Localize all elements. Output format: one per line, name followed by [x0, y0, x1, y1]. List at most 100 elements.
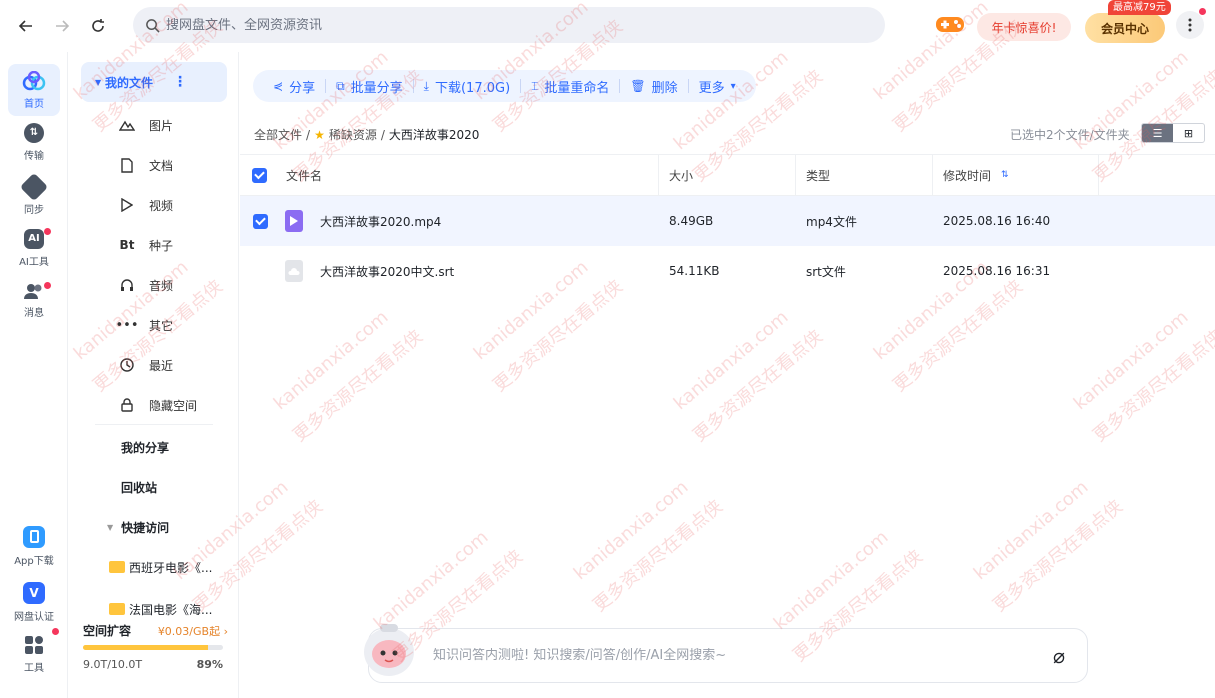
rail-item-home[interactable]: 首页	[8, 64, 60, 116]
gamepad-icon	[936, 17, 964, 32]
annual-card-promo-button[interactable]: 年卡惊喜价!	[977, 13, 1071, 41]
header-name[interactable]: 文件名	[286, 155, 322, 195]
trash-icon: 🗑	[630, 79, 646, 93]
ai-assistant-bar: ⌀	[368, 628, 1088, 683]
file-modified: 2025.08.16 16:40	[943, 214, 1051, 228]
header-type[interactable]: 类型	[806, 155, 830, 195]
watermark-text: 更多资源尽在看点侠	[589, 496, 727, 617]
breadcrumb-level1[interactable]: 稀缺资源	[329, 126, 377, 143]
rail-item-ai-tools[interactable]: AI AI工具	[8, 222, 60, 274]
view-toggle: ☰ ⊞	[1141, 123, 1205, 143]
nav-item-label: 文档	[149, 158, 174, 173]
file-name[interactable]: 大西洋故事2020中文.srt	[320, 246, 454, 296]
document-icon	[119, 157, 135, 173]
rail-item-transfer[interactable]: ⇅ 传输	[8, 116, 60, 168]
star-icon: ★	[314, 127, 325, 142]
batch-share-button[interactable]: ⧉ 批量分享	[326, 77, 413, 96]
watermark-text: kanidanxia.com	[569, 476, 693, 585]
column-divider	[795, 155, 796, 195]
nav-item-label: 隐藏空间	[149, 398, 198, 413]
ai-query-input[interactable]	[433, 648, 1013, 663]
notification-dot	[1199, 8, 1206, 15]
watermark-text: kanidanxia.com	[369, 526, 493, 635]
list-view-button[interactable]: ☰	[1142, 124, 1173, 142]
delete-button[interactable]: 🗑 删除	[620, 77, 687, 96]
storage-percent: 89%	[196, 658, 223, 671]
rail-item-sync[interactable]: 同步	[8, 170, 60, 222]
storage-price: ¥0.03/GB起 ›	[157, 624, 228, 638]
table-header: 文件名 大小 类型 修改时间 ⇅	[240, 154, 1215, 196]
grid-view-button[interactable]: ⊞	[1173, 124, 1204, 142]
grid-icon: ⊞	[1183, 126, 1194, 140]
vip-center-button[interactable]: 会员中心	[1085, 13, 1165, 43]
file-size: 8.49GB	[669, 214, 714, 228]
nav-item-videos[interactable]: 视频	[119, 190, 239, 220]
vip-discount-badge: 最高减79元	[1108, 0, 1171, 15]
rail-item-messages[interactable]: 消息	[8, 274, 60, 326]
search-input[interactable]	[166, 17, 766, 33]
file-modified: 2025.08.16 16:31	[943, 264, 1051, 278]
subtitle-file-icon	[285, 260, 303, 282]
share-button[interactable]: ⋞ 分享	[263, 77, 325, 96]
rail-label: App下载	[14, 555, 54, 567]
watermark-text: kanidanxia.com	[269, 306, 393, 415]
sort-desc-icon[interactable]: ⇅	[1001, 170, 1009, 180]
table-row[interactable]: 大西洋故事2020中文.srt 54.11KB srt文件 2025.08.16…	[240, 246, 1215, 296]
breadcrumb-separator: /	[306, 127, 311, 142]
quick-access-item[interactable]: 西班牙电影《...	[109, 555, 229, 579]
refresh-icon	[92, 19, 104, 32]
file-type: mp4文件	[806, 214, 857, 229]
rail-item-verify[interactable]: V 网盘认证	[8, 574, 60, 630]
rail-item-app-download[interactable]: App下载	[8, 518, 60, 574]
nav-item-torrents[interactable]: Bt 种子	[119, 230, 239, 260]
nav-my-share[interactable]: 我的分享	[121, 439, 169, 456]
nav-recycle-bin[interactable]: 回收站	[121, 479, 157, 496]
bt-icon: Bt	[119, 238, 135, 252]
nav-item-label: 图片	[149, 118, 174, 133]
nav-my-files[interactable]: ▼ 我的文件 ⋮	[81, 62, 227, 102]
more-vertical-icon[interactable]: ⋮	[173, 74, 187, 90]
search-bar[interactable]	[133, 7, 885, 43]
nav-quick-access[interactable]: ▼ 快捷访问	[107, 519, 169, 536]
header-size[interactable]: 大小	[669, 155, 693, 195]
back-button[interactable]	[14, 14, 38, 38]
quick-access-item[interactable]: 法国电影《海...	[109, 597, 229, 621]
file-name[interactable]: 大西洋故事2020.mp4	[320, 196, 441, 246]
select-all-checkbox[interactable]	[252, 167, 267, 183]
header-modified[interactable]: 修改时间 ⇅	[943, 155, 1009, 195]
storage-expand-link[interactable]: 空间扩容 ¥0.03/GB起 ›	[83, 622, 228, 639]
batch-rename-button[interactable]: ⌶ 批量重命名	[521, 77, 619, 96]
watermark-text: 更多资源尽在看点侠	[989, 496, 1127, 617]
download-button[interactable]: ⤓ 下载(17.0G)	[414, 77, 520, 96]
storage-progress-fill	[83, 645, 208, 650]
nav-item-hidden-space[interactable]: 隐藏空间	[119, 390, 239, 420]
nav-item-documents[interactable]: 文档	[119, 150, 239, 180]
forward-button[interactable]	[50, 14, 74, 38]
row-checkbox[interactable]	[253, 213, 268, 229]
nav-item-other[interactable]: ••• 其它	[116, 310, 239, 340]
watermark-text: 更多资源尽在看点侠	[289, 326, 427, 447]
verify-icon: V	[23, 581, 45, 604]
rail-label: 同步	[24, 204, 44, 216]
top-bar: 年卡惊喜价! 会员中心 最高减79元	[0, 0, 1215, 52]
table-row[interactable]: 大西洋故事2020.mp4 8.49GB mp4文件 2025.08.16 16…	[240, 196, 1215, 246]
breadcrumb-separator: /	[380, 127, 385, 142]
watermark-text: kanidanxia.com	[769, 526, 893, 635]
more-actions-button[interactable]: 更多 ▾	[689, 77, 746, 96]
divider	[95, 424, 213, 425]
nav-item-recent[interactable]: 最近	[119, 350, 239, 380]
more-menu-button[interactable]	[1176, 11, 1204, 39]
paperclip-icon[interactable]: ⌀	[1053, 644, 1065, 668]
storage-progress-bar	[83, 645, 223, 650]
nav-item-images[interactable]: 图片	[119, 110, 239, 140]
nav-item-audio[interactable]: 音频	[119, 270, 239, 300]
breadcrumb-current: 大西洋故事2020	[388, 128, 480, 142]
column-divider	[1098, 155, 1099, 195]
refresh-button[interactable]	[86, 14, 110, 38]
breadcrumb-root[interactable]: 全部文件	[254, 126, 302, 143]
search-icon	[146, 18, 160, 33]
game-button[interactable]	[935, 13, 965, 37]
rail-label: AI工具	[19, 256, 49, 268]
rail-item-tools[interactable]: 工具	[8, 626, 60, 682]
storage-used: 9.0T/10.0T	[83, 658, 143, 671]
